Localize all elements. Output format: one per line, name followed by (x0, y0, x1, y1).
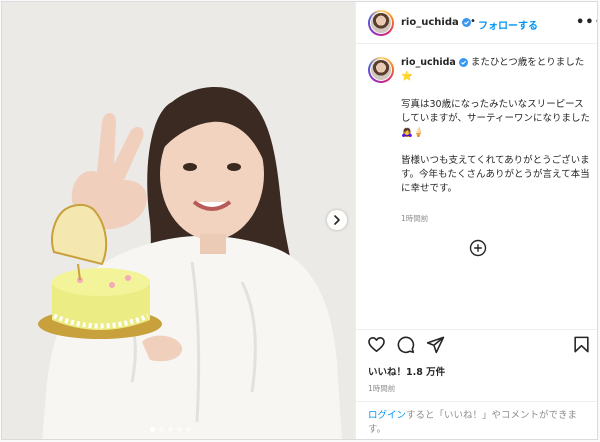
woman-with-cake-illustration (2, 2, 355, 439)
login-prompt: ログインすると「いいね！」やコメントができます。 (356, 401, 597, 439)
separator-dot: • (470, 16, 476, 27)
next-arrow-icon (334, 215, 340, 225)
action-bar (356, 329, 597, 360)
caption-timestamp: 1時間前 (401, 214, 429, 223)
carousel-dot (159, 427, 164, 432)
carousel-dot (177, 427, 182, 432)
caption-avatar[interactable] (368, 57, 394, 83)
post-sidebar: rio_uchida • フォローする ••• rio_uchida またひとつ… (355, 2, 597, 439)
add-circle-icon (469, 239, 487, 257)
post-header: rio_uchida • フォローする ••• (356, 2, 597, 44)
carousel-indicator (150, 427, 191, 432)
verified-icon (458, 58, 468, 67)
carousel-dot (186, 427, 191, 432)
caption: rio_uchida またひとつ歳をとりました⭐ (401, 56, 589, 84)
more-options-button[interactable]: ••• (576, 15, 597, 30)
post-timestamp: 1時間前 (368, 384, 396, 393)
header-username-text: rio_uchida (401, 17, 459, 28)
post-photo[interactable] (2, 2, 355, 439)
bookmark-icon[interactable] (572, 335, 591, 354)
follow-button[interactable]: フォローする (478, 17, 538, 32)
carousel-dot (150, 427, 155, 432)
carousel-dot (168, 427, 173, 432)
header-username[interactable]: rio_uchida (401, 17, 471, 28)
comment-icon[interactable] (396, 335, 415, 354)
login-link[interactable]: ログイン (368, 410, 406, 421)
load-more-comments-button[interactable] (469, 239, 487, 261)
caption-username[interactable]: rio_uchida (401, 57, 456, 68)
caption-paragraph: 写真は30歳になったみたいなスリーピースしていますが、サーティーワンになりました… (401, 99, 590, 138)
avatar[interactable] (368, 10, 394, 36)
share-icon[interactable] (426, 335, 445, 354)
caption-body: 写真は30歳になったみたいなスリーピースしていますが、サーティーワンになりました… (401, 98, 591, 210)
heart-icon[interactable] (367, 335, 386, 354)
caption-paragraph: 皆様いつも支えてくれてありがとうございます。今年もたくさんありがとうが言えて本当… (401, 155, 590, 194)
like-count[interactable]: いいね！1.8 万件 (368, 364, 445, 378)
carousel-next-button[interactable] (327, 210, 347, 230)
instagram-post: rio_uchida • フォローする ••• rio_uchida またひとつ… (1, 1, 598, 440)
